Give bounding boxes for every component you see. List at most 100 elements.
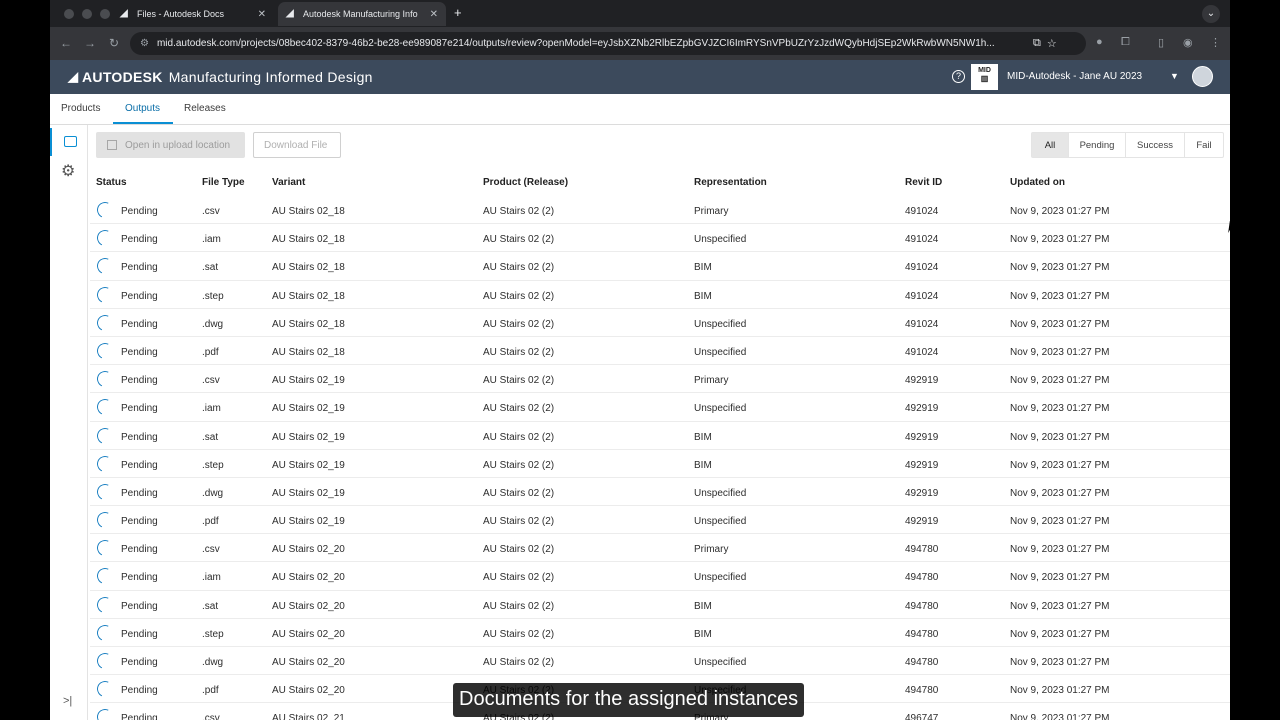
column-header[interactable]: Representation bbox=[694, 177, 767, 188]
table-row[interactable]: Pending .iam AU Stairs 02_20 AU Stairs 02 (… bbox=[90, 562, 1230, 591]
table-row[interactable]: Pending .csv AU Stairs 02_18 AU Stairs 02 (… bbox=[90, 196, 1230, 225]
pending-spinner-icon bbox=[94, 509, 116, 531]
variant-cell: AU Stairs 02_18 bbox=[272, 206, 345, 217]
browser-tab-mid[interactable]: ◢ Autodesk Manufacturing Info ✕ bbox=[278, 2, 446, 26]
column-header[interactable]: Product (Release) bbox=[483, 177, 568, 188]
gear-icon[interactable]: ⚙ bbox=[61, 161, 75, 181]
updated-on-cell: Nov 9, 2023 01:27 PM bbox=[1010, 206, 1110, 217]
tab-outputs[interactable]: Outputs bbox=[125, 103, 160, 114]
product-cell: AU Stairs 02 (2) bbox=[483, 290, 555, 302]
updated-on-cell: Nov 9, 2023 01:27 PM bbox=[1010, 572, 1110, 584]
table-row[interactable]: Pending .dwg AU Stairs 02_20 AU Stairs 02 (… bbox=[90, 647, 1230, 676]
table-row[interactable]: Pending .csv AU Stairs 02_20 AU Stairs 02 (… bbox=[90, 534, 1230, 563]
table-row[interactable]: Pending .sat AU Stairs 02_18 AU Stairs 02 (… bbox=[90, 252, 1230, 281]
table-row[interactable]: Pending .pdf AU Stairs 02_19 AU Stairs 02 (… bbox=[90, 506, 1230, 535]
status-cell: Pending bbox=[121, 459, 158, 471]
table-row[interactable]: Pending .sat AU Stairs 02_19 AU Stairs 02 (… bbox=[90, 422, 1230, 450]
filter-pending[interactable]: Pending bbox=[1068, 133, 1125, 157]
bookmark-star-icon[interactable]: ☆ bbox=[1047, 37, 1057, 50]
avatar[interactable] bbox=[1192, 66, 1213, 87]
autodesk-logo[interactable]: ◢ AUTODESK Manufacturing Informed Design bbox=[68, 69, 373, 85]
column-header[interactable]: Revit ID bbox=[905, 177, 942, 188]
table-header: Status File Type Variant Product (Releas… bbox=[90, 168, 1230, 196]
updated-on-cell: Nov 9, 2023 01:27 PM bbox=[1010, 431, 1110, 443]
extensions-puzzle-icon[interactable]: ⧠ bbox=[1121, 36, 1130, 49]
table-row[interactable]: Pending .step AU Stairs 02_20 AU Stairs 02 … bbox=[90, 619, 1230, 647]
variant-cell: AU Stairs 02_20 bbox=[272, 544, 345, 556]
close-icon[interactable]: ✕ bbox=[430, 9, 438, 20]
extension-icon[interactable]: ● bbox=[1096, 36, 1103, 48]
browser-tab-title: Files - Autodesk Docs bbox=[137, 9, 225, 19]
status-cell: Pending bbox=[121, 628, 158, 640]
outputs-table: Status File Type Variant Product (Releas… bbox=[90, 168, 1230, 720]
updated-on-cell: Nov 9, 2023 01:27 PM bbox=[1010, 544, 1110, 556]
table-row[interactable]: Pending .iam AU Stairs 02_19 AU Stairs 02 (… bbox=[90, 393, 1230, 422]
table-row[interactable]: Pending .step AU Stairs 02_19 AU Stairs 02 … bbox=[90, 450, 1230, 478]
variant-cell: AU Stairs 02_18 bbox=[272, 346, 345, 358]
close-icon[interactable]: ✕ bbox=[258, 9, 266, 20]
updated-on-cell: Nov 9, 2023 01:27 PM bbox=[1010, 375, 1110, 387]
table-row[interactable]: Pending .pdf AU Stairs 02_18 AU Stairs 02 (… bbox=[90, 337, 1230, 366]
table-row[interactable]: Pending .dwg AU Stairs 02_18 AU Stairs 02 (… bbox=[90, 309, 1230, 337]
open-in-upload-location-button[interactable]: Open in upload location bbox=[96, 132, 245, 158]
chevron-down-icon[interactable]: ▼ bbox=[1170, 71, 1179, 81]
tab-products[interactable]: Products bbox=[61, 103, 100, 114]
pending-spinner-icon bbox=[94, 312, 116, 334]
browser-tab-files[interactable]: ◢ Files - Autodesk Docs ✕ bbox=[112, 2, 274, 26]
filter-all[interactable]: All bbox=[1032, 133, 1068, 157]
revit-id-cell: 491024 bbox=[905, 290, 939, 302]
revit-id-cell: 491024 bbox=[905, 262, 939, 274]
filter-success[interactable]: Success bbox=[1125, 133, 1184, 157]
side-panel-icon[interactable]: ▯ bbox=[1158, 36, 1164, 49]
table-row[interactable]: Pending .csv AU Stairs 02_19 AU Stairs 02 (… bbox=[90, 365, 1230, 394]
download-button-label: Download File bbox=[264, 139, 328, 151]
status-cell: Pending bbox=[121, 375, 158, 387]
mid-badge-label: MID bbox=[978, 67, 991, 74]
install-icon[interactable]: ⧉ bbox=[1033, 37, 1041, 50]
column-header[interactable]: File Type bbox=[202, 177, 245, 188]
table-row[interactable]: Pending .step AU Stairs 02_18 AU Stairs 02 … bbox=[90, 281, 1230, 309]
table-row[interactable]: Pending .sat AU Stairs 02_20 AU Stairs 02 (… bbox=[90, 591, 1230, 619]
reload-icon[interactable]: ↻ bbox=[109, 36, 119, 50]
file-type-cell: .step bbox=[202, 290, 224, 302]
table-row[interactable]: Pending .dwg AU Stairs 02_19 AU Stairs 02 (… bbox=[90, 478, 1230, 507]
file-type-cell: .csv bbox=[202, 713, 220, 720]
download-file-button[interactable]: Download File bbox=[253, 132, 341, 158]
representation-cell: Unspecified bbox=[694, 403, 747, 415]
variant-cell: AU Stairs 02_19 bbox=[272, 459, 345, 471]
revit-id-cell: 492919 bbox=[905, 459, 939, 471]
window-controls[interactable] bbox=[64, 9, 110, 19]
filter-fail[interactable]: Fail bbox=[1184, 133, 1223, 157]
product-cell: AU Stairs 02 (2) bbox=[483, 572, 555, 584]
column-header[interactable]: Variant bbox=[272, 177, 305, 188]
mid-badge[interactable]: MID ▥ bbox=[971, 64, 998, 90]
product-cell: AU Stairs 02 (2) bbox=[483, 544, 555, 556]
pending-spinner-icon bbox=[94, 425, 116, 446]
updated-on-cell: Nov 9, 2023 01:27 PM bbox=[1010, 262, 1110, 274]
forward-icon[interactable]: → bbox=[84, 36, 96, 50]
updated-on-cell: Nov 9, 2023 01:27 PM bbox=[1010, 346, 1110, 358]
table-row[interactable]: Pending .iam AU Stairs 02_18 AU Stairs 02 (… bbox=[90, 224, 1230, 253]
browser-window: ◢ Files - Autodesk Docs ✕ ◢ Autodesk Man… bbox=[50, 0, 1230, 720]
new-tab-icon[interactable]: + bbox=[454, 5, 462, 20]
help-icon[interactable]: ? bbox=[952, 70, 965, 83]
project-name[interactable]: MID-Autodesk - Jane AU 2023 bbox=[1007, 71, 1142, 82]
profile-icon[interactable]: ◉ bbox=[1183, 36, 1193, 49]
status-cell: Pending bbox=[121, 713, 158, 720]
product-cell: AU Stairs 02 (2) bbox=[483, 346, 555, 358]
url-bar[interactable]: ⚙ mid.autodesk.com/projects/08bec402-837… bbox=[130, 32, 1086, 55]
site-info-icon[interactable]: ⚙ bbox=[140, 38, 149, 49]
browser-tab-strip: ◢ Files - Autodesk Docs ✕ ◢ Autodesk Man… bbox=[50, 0, 1230, 27]
rail-item-outputs[interactable] bbox=[50, 128, 88, 156]
browser-menu-icon[interactable]: ⋮ bbox=[1210, 36, 1221, 49]
tab-releases[interactable]: Releases bbox=[184, 103, 226, 114]
expand-panel-icon[interactable]: >| bbox=[63, 695, 72, 707]
column-header[interactable]: Status bbox=[96, 177, 127, 188]
file-type-cell: .iam bbox=[202, 234, 221, 246]
back-icon[interactable]: ← bbox=[60, 36, 72, 50]
column-header[interactable]: Updated on bbox=[1010, 177, 1065, 188]
tab-search-icon[interactable]: ⌄ bbox=[1202, 5, 1220, 23]
pending-spinner-icon bbox=[94, 397, 116, 418]
variant-cell: AU Stairs 02_20 bbox=[272, 600, 345, 612]
url-text[interactable]: mid.autodesk.com/projects/08bec402-8379-… bbox=[157, 38, 1027, 49]
